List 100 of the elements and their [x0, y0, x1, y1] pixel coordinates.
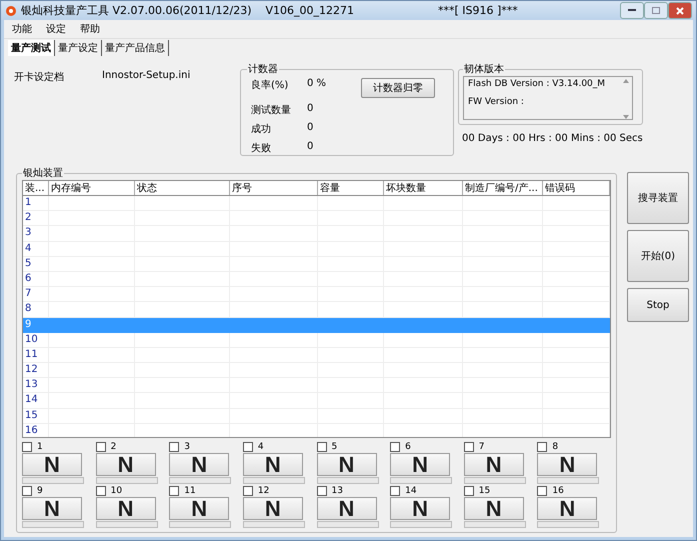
slot-status-button[interactable]: N [96, 497, 156, 520]
checkbox[interactable] [316, 486, 326, 496]
checkbox[interactable] [242, 486, 253, 496]
table-row[interactable]: 12 [23, 363, 610, 378]
action-button[interactable]: Stop [627, 288, 689, 322]
column-header[interactable]: 内存编号 [49, 181, 135, 195]
slot-label: 3 [184, 442, 190, 452]
checkbox[interactable] [96, 486, 106, 496]
elapsed-time: 00 Days : 00 Hrs : 00 Mins : 00 Secs [462, 133, 643, 144]
slot-label: 4 [258, 442, 264, 452]
table-row[interactable]: 11 [23, 348, 610, 364]
checkbox[interactable] [537, 442, 548, 452]
slot-status-button[interactable]: N [22, 453, 82, 476]
counter-label: 成功 [251, 122, 272, 136]
chip-label: ***[ IS916 ]*** [438, 4, 518, 17]
checkbox[interactable] [22, 442, 32, 452]
slot-label: 9 [37, 486, 43, 496]
slot-status-button[interactable]: N [390, 453, 450, 476]
slot-label: 13 [332, 486, 343, 496]
tab[interactable]: 量产设定 [55, 40, 102, 56]
slot-label: 14 [405, 486, 417, 496]
table-row[interactable]: 6 [23, 272, 610, 288]
table-row[interactable]: 2 [23, 211, 610, 226]
slot-status-button[interactable]: N [169, 497, 230, 520]
slot-label: 12 [258, 486, 270, 496]
slot-label: 2 [110, 442, 116, 452]
table-row[interactable]: 4 [23, 242, 610, 257]
window-title: 银灿科技量产工具 V2.07.00.06(2011/12/23) V106_00_12271 [21, 3, 354, 18]
table-row[interactable]: 15 [23, 408, 610, 424]
column-header[interactable]: 装... [23, 181, 49, 195]
slot-label: 11 [184, 486, 196, 496]
group-title: 韧体版本 [463, 62, 505, 76]
app-logo-icon [5, 4, 17, 16]
slot-label: 15 [478, 486, 490, 496]
slot-status-button[interactable]: N [242, 497, 303, 520]
checkbox[interactable] [390, 442, 400, 452]
setup-file: Innostor-Setup.ini [102, 70, 190, 83]
slot-status-button[interactable]: N [537, 497, 598, 520]
firmware-line: FW Version : [468, 97, 525, 107]
counter-label: 测试数量 [251, 104, 292, 117]
checkbox[interactable] [390, 486, 400, 496]
tab[interactable]: 量产测试 [8, 40, 55, 56]
slot-label: 1 [37, 442, 43, 452]
table-row[interactable]: 14 [23, 393, 610, 409]
checkbox[interactable] [96, 442, 106, 452]
counter-value: 0 [307, 141, 314, 154]
checkbox[interactable] [316, 442, 326, 452]
action-button[interactable]: 开始(0) [627, 230, 689, 282]
counter-value: 0 [307, 103, 314, 116]
setup-label: 开卡设定档 [14, 70, 64, 85]
group-title: 银灿装置 [22, 166, 64, 180]
column-header[interactable]: 状态 [135, 181, 230, 195]
close-icon[interactable] [676, 6, 684, 14]
tab[interactable]: 量产产品信息 [102, 40, 169, 56]
slot-status-button[interactable]: N [96, 453, 156, 476]
column-header[interactable]: 制造厂编号/产... [463, 181, 543, 195]
column-header[interactable]: 容量 [318, 181, 384, 195]
column-header[interactable]: 序号 [230, 181, 318, 195]
column-header[interactable]: 坏块数量 [384, 181, 463, 195]
slot-status-button[interactable]: N [390, 497, 450, 520]
slot-label: 10 [110, 486, 122, 496]
checkbox[interactable] [464, 486, 474, 496]
checkbox[interactable] [242, 442, 253, 452]
table-row[interactable]: 1 [23, 196, 610, 212]
menu-item[interactable]: 设定 [46, 22, 66, 36]
maximize-icon[interactable] [652, 7, 660, 14]
counter-value: 0 % [307, 78, 328, 91]
slot-status-button[interactable]: N [169, 453, 230, 476]
slot-status-button[interactable]: N [22, 497, 82, 520]
table-row[interactable]: 3 [23, 226, 610, 242]
table-row[interactable]: 10 [23, 332, 610, 348]
checkbox[interactable] [22, 486, 32, 496]
table-row[interactable]: 16 [23, 424, 610, 437]
minimize-icon[interactable] [628, 9, 636, 12]
slot-status-button[interactable]: N [464, 453, 524, 476]
slot-label: 16 [552, 486, 564, 496]
action-button[interactable]: 搜寻装置 [627, 172, 689, 224]
slot-label: 6 [405, 442, 411, 452]
checkbox[interactable] [169, 486, 180, 496]
counter-label: 良率(%) [251, 78, 290, 93]
slot-status-button[interactable]: N [316, 497, 376, 520]
slot-status-button[interactable]: N [242, 453, 303, 476]
menu-item[interactable]: 功能 [12, 22, 32, 36]
table-row[interactable]: 13 [23, 378, 610, 394]
menu-item[interactable]: 帮助 [80, 22, 100, 36]
slot-status-button[interactable]: N [537, 453, 598, 476]
slot-label: 5 [332, 442, 338, 452]
checkbox[interactable] [537, 486, 548, 496]
checkbox[interactable] [464, 442, 474, 452]
minimize-button[interactable] [620, 2, 644, 19]
table-row[interactable]: 8 [23, 302, 610, 318]
checkbox[interactable] [169, 442, 180, 452]
slot-status-button[interactable]: N [316, 453, 376, 476]
column-header[interactable]: 错误码 [543, 181, 610, 195]
reset-counter-button[interactable]: 计数器归零 [361, 78, 435, 98]
close-button[interactable] [668, 2, 692, 19]
firmware-line: Flash DB Version : V3.14.00_M [468, 79, 606, 89]
table-row[interactable]: 5 [23, 256, 610, 272]
slot-status-button[interactable]: N [464, 497, 524, 520]
table-row[interactable]: 7 [23, 287, 610, 302]
